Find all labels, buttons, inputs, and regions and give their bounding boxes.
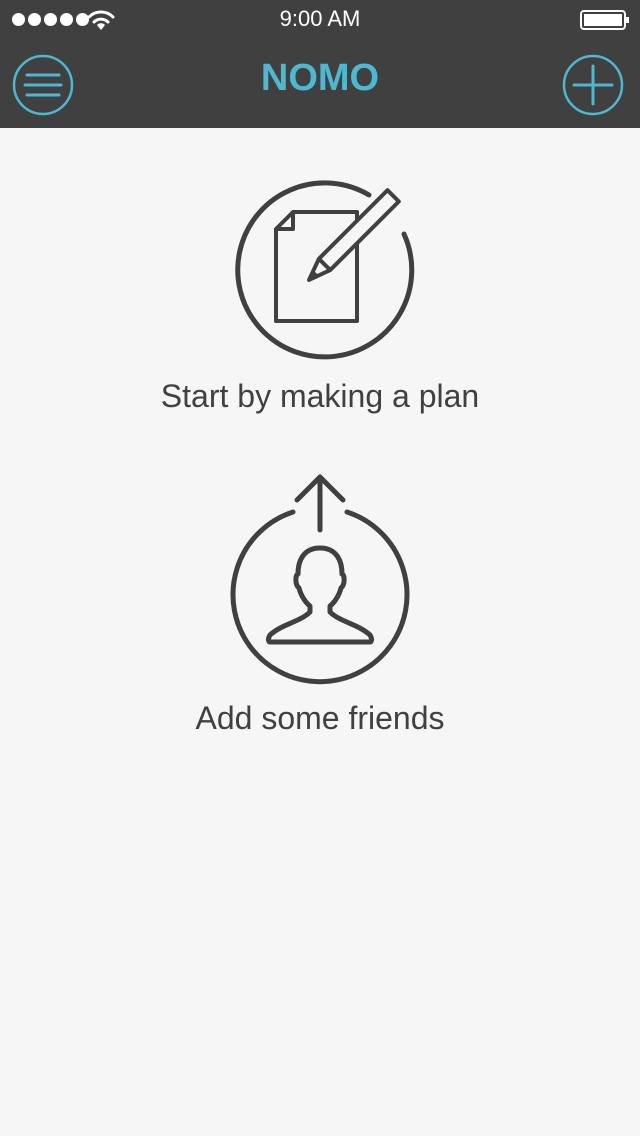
document-pencil-icon bbox=[235, 180, 415, 360]
top-bar: 9:00 AM NOMO bbox=[0, 0, 640, 128]
add-friends-action[interactable]: Add some friends bbox=[0, 470, 640, 742]
add-friends-label: Add some friends bbox=[195, 700, 445, 736]
navigation-bar: NOMO bbox=[0, 40, 640, 128]
status-bar: 9:00 AM bbox=[0, 0, 640, 40]
person-upload-icon bbox=[230, 474, 410, 685]
make-plan-label: Start by making a plan bbox=[160, 378, 480, 414]
plus-icon bbox=[562, 54, 624, 116]
add-button[interactable] bbox=[562, 54, 624, 116]
battery-icon bbox=[580, 10, 629, 30]
make-plan-action[interactable]: Start by making a plan bbox=[0, 172, 640, 422]
status-time: 9:00 AM bbox=[279, 6, 361, 31]
app-title: NOMO bbox=[260, 57, 380, 99]
